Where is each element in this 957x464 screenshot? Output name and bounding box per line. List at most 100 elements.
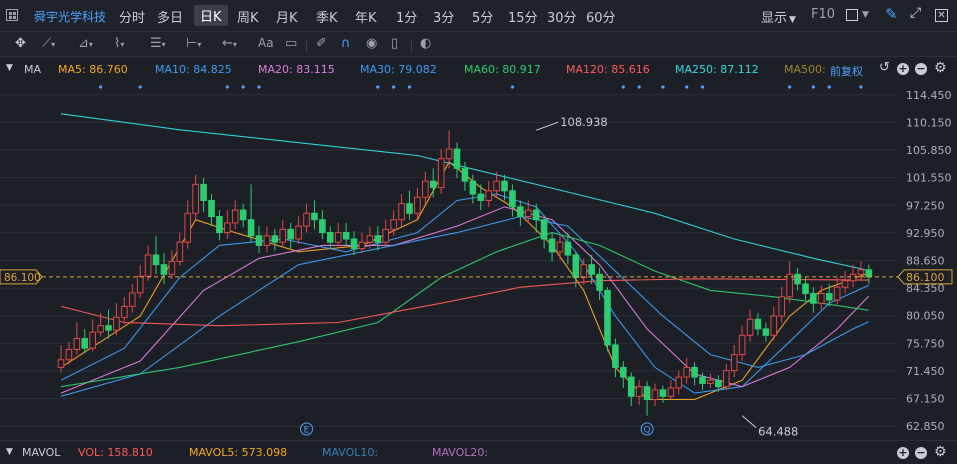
candle-body	[224, 222, 231, 234]
collapse-icon[interactable]: ▼	[6, 447, 13, 457]
candle-body	[398, 203, 405, 221]
candle-body	[136, 275, 144, 294]
magnet-icon[interactable]: ∩	[341, 36, 351, 51]
event-marker-q: Q	[644, 426, 651, 436]
tab-15min[interactable]: 15分	[508, 7, 538, 26]
candle-body	[461, 167, 469, 182]
arrow-tool-icon[interactable]: ←▾	[222, 36, 237, 51]
tab-multiday[interactable]: 多日	[157, 7, 183, 26]
event-dot	[241, 85, 245, 89]
candle-body	[818, 293, 825, 304]
channel-tool-icon[interactable]: ⊿▾	[78, 36, 93, 51]
event-dot	[637, 85, 641, 89]
tab-60min[interactable]: 60分	[586, 7, 616, 26]
candle-body	[770, 315, 778, 336]
eye-icon[interactable]: ◉	[366, 36, 377, 51]
ma-legend-bar: ▼ MA MA5: 86.760 MA10: 84.825 MA20: 83.1…	[0, 57, 957, 81]
settings-icon[interactable]: ⚙	[934, 444, 947, 460]
candle-body	[200, 183, 207, 201]
event-dot	[376, 85, 380, 89]
high-label: 108.938	[560, 115, 608, 129]
candle-body	[311, 212, 318, 221]
y-tick-label: 101.550	[906, 172, 952, 185]
candle-body	[57, 359, 65, 368]
candle-body	[295, 225, 302, 240]
candle-body	[794, 273, 801, 285]
low-label: 64.488	[758, 425, 798, 439]
candle-body	[263, 235, 271, 246]
add-icon[interactable]: +	[897, 447, 909, 459]
tab-weekly-k[interactable]: 周K	[237, 7, 259, 26]
candle-body	[746, 318, 754, 336]
tab-3min[interactable]: 3分	[433, 7, 454, 26]
eraser-icon[interactable]: ✐	[316, 36, 327, 51]
candle-body	[572, 254, 580, 279]
kline-chart[interactable]: 114.450 110.150 105.850 101.550 97.250 92.950…	[0, 81, 957, 440]
candle-body	[342, 232, 350, 240]
candle-body	[113, 316, 120, 331]
candle-body	[128, 292, 136, 307]
wave-tool-icon[interactable]: ⌇▾	[114, 36, 124, 51]
candle-body	[326, 232, 334, 243]
display-label: 显示	[761, 11, 788, 26]
event-dot	[99, 85, 103, 89]
remove-icon[interactable]: −	[915, 447, 927, 459]
candle-body	[754, 318, 762, 330]
undo-icon[interactable]: ↺	[879, 60, 890, 75]
fib-tool-icon[interactable]: ☰▾	[150, 36, 166, 51]
candle-body	[406, 203, 413, 214]
stock-name[interactable]: 舜宇光学科技	[34, 8, 106, 25]
event-dot	[811, 85, 816, 89]
candle-body	[319, 219, 326, 234]
y-tick-label: 92.950	[906, 227, 945, 240]
add-icon[interactable]: +	[897, 63, 909, 75]
candle-body	[445, 148, 453, 160]
tab-1min[interactable]: 1分	[396, 7, 417, 26]
y-tick-label: 62.850	[906, 420, 945, 433]
candle-body	[65, 348, 73, 361]
mavol-label[interactable]: MAVOL	[22, 446, 60, 459]
f10-button[interactable]: F10	[811, 7, 835, 22]
tab-timeshare[interactable]: 分时	[119, 7, 145, 26]
kline-chart-svg[interactable]: 114.450 110.150 105.850 101.550 97.250 92.950…	[0, 81, 957, 440]
remove-icon[interactable]: −	[915, 63, 927, 75]
settings-icon[interactable]: ⚙	[934, 60, 947, 76]
adjust-dropdown[interactable]: 前复权	[830, 63, 863, 79]
event-dot	[138, 85, 142, 89]
tab-yearly-k[interactable]: 年K	[355, 7, 377, 26]
candle-body	[849, 273, 857, 282]
expand-icon[interactable]: ⤢	[910, 5, 921, 21]
candle-body	[588, 264, 595, 275]
candle-body	[255, 235, 263, 246]
display-dropdown[interactable]: 显示 ▼	[761, 7, 796, 26]
pen-icon[interactable]: ✎	[885, 5, 898, 23]
event-dot	[257, 85, 261, 89]
chevron-down-icon[interactable]: ▼	[862, 10, 869, 20]
line-tool-icon[interactable]: ⟋▾	[42, 36, 55, 51]
crosshair-icon[interactable]: ✥	[15, 36, 26, 51]
candle-body	[231, 209, 239, 224]
collapse-icon[interactable]: ▼	[6, 63, 13, 73]
tab-30min[interactable]: 30分	[547, 7, 577, 26]
measure-tool-icon[interactable]: ⊢▾	[186, 36, 201, 51]
drawing-toolbar: ✥ ⟋▾ ⊿▾ ⌇▾ ☰▾ ⊢▾ ←▾ Aa ▭ ✐ ∩ ◉ ▯ ◐	[0, 32, 957, 57]
tab-quarterly-k[interactable]: 季K	[316, 7, 338, 26]
tab-monthly-k[interactable]: 月K	[276, 7, 298, 26]
trash-icon[interactable]: ▯	[391, 36, 398, 51]
tab-5min[interactable]: 5分	[472, 7, 493, 26]
tab-daily-k[interactable]: 日K	[194, 5, 228, 26]
candle-body	[208, 199, 215, 218]
vol-value: VOL: 158.810	[78, 446, 153, 459]
y-tick-label: 97.250	[906, 199, 945, 212]
candle-body	[453, 148, 461, 169]
event-dot	[859, 85, 863, 89]
checkbox-icon[interactable]	[846, 9, 858, 21]
text-tool-icon[interactable]: Aa	[258, 36, 274, 50]
comment-icon[interactable]: ▭	[285, 36, 297, 51]
close-icon[interactable]: ✕	[935, 9, 948, 22]
toggle-icon[interactable]: ◐	[420, 36, 431, 51]
candle-body	[89, 331, 96, 349]
grid-menu-icon[interactable]	[6, 9, 18, 21]
candle-body	[216, 216, 223, 234]
ma-label[interactable]: MA	[24, 63, 41, 76]
